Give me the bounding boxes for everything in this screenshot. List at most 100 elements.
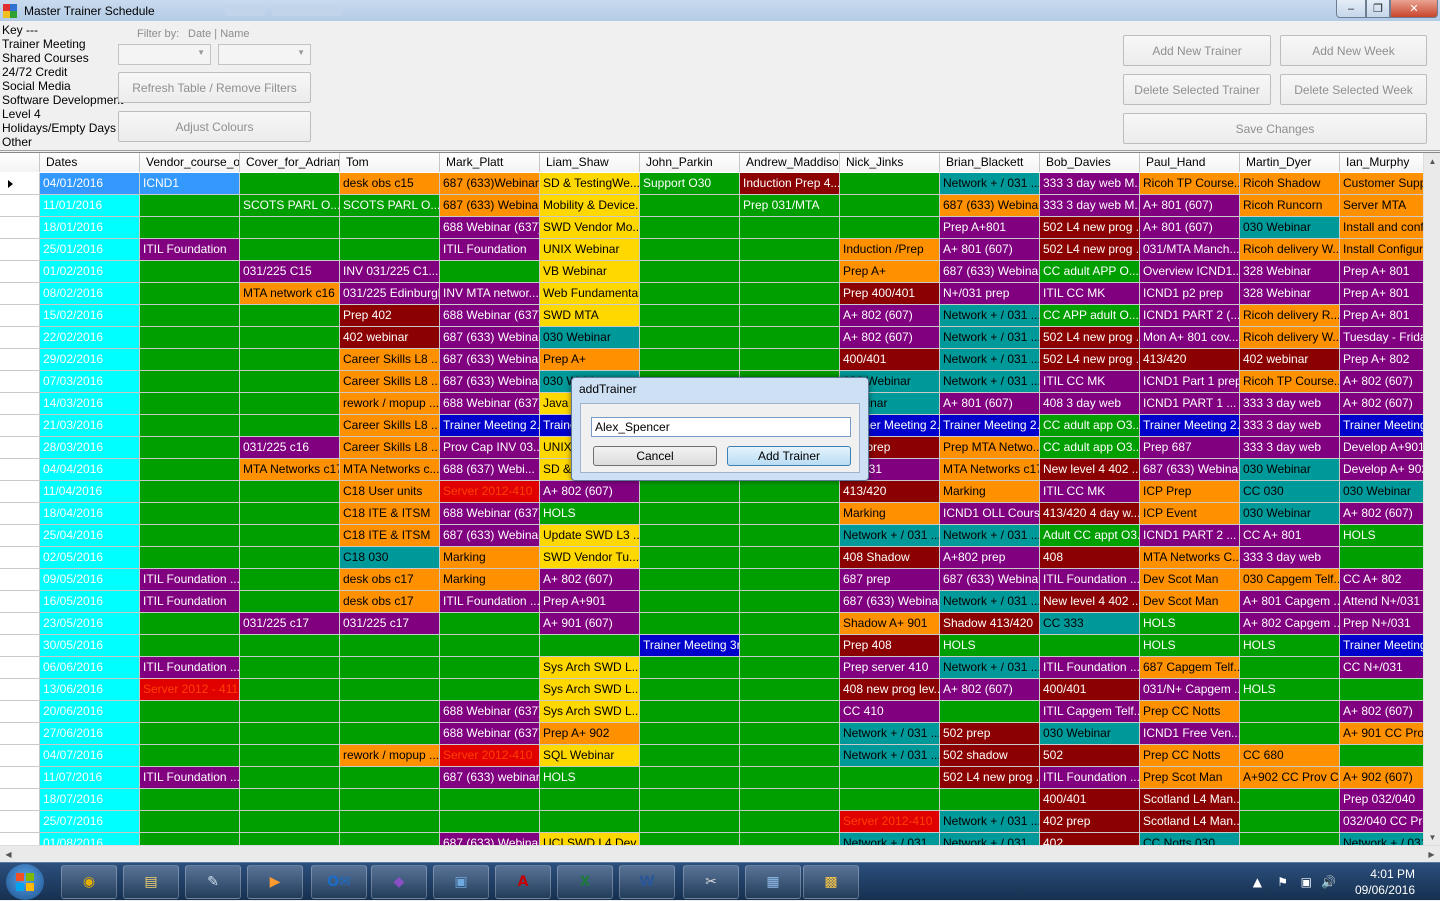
filter-type-combo[interactable]: ▼ (118, 44, 211, 65)
schedule-cell[interactable]: 687 (633) Webinar (940, 261, 1040, 283)
schedule-cell[interactable]: ITIL Foundation ... (1040, 657, 1140, 679)
column-header[interactable]: Brian_Blackett (940, 153, 1040, 172)
schedule-cell[interactable]: 402 webinar (340, 327, 440, 349)
schedule-cell[interactable]: SWD Vendor Tu... (540, 547, 640, 569)
schedule-cell[interactable]: Career Skills L8 ... (340, 437, 440, 459)
schedule-cell[interactable]: 502 L4 new prog ... (1040, 239, 1140, 261)
cancel-button[interactable]: Cancel (593, 446, 717, 466)
schedule-cell[interactable] (240, 723, 340, 745)
notepad-icon[interactable]: ✎ (185, 865, 241, 899)
schedule-cell[interactable]: desk obs c15 (340, 173, 440, 195)
date-cell[interactable]: 09/05/2016 (40, 569, 140, 591)
schedule-cell[interactable]: A+ 801 (607) (940, 393, 1040, 415)
schedule-cell[interactable] (640, 569, 740, 591)
schedule-cell[interactable]: Prep 408 (840, 635, 940, 657)
row-selector[interactable] (0, 371, 40, 393)
schedule-cell[interactable]: rework / mopup ... (340, 745, 440, 767)
schedule-cell[interactable] (1040, 635, 1140, 657)
schedule-cell[interactable]: A+ 801 (607) (1140, 217, 1240, 239)
schedule-cell[interactable]: Career Skills L8 ... (340, 371, 440, 393)
schedule-cell[interactable]: Prep A+ 801 (1340, 283, 1430, 305)
schedule-cell[interactable]: ICND1 p2 prep (1140, 283, 1240, 305)
schedule-cell[interactable]: 687 (633) Webinar (440, 349, 540, 371)
schedule-cell[interactable]: 402 prep (1040, 811, 1140, 833)
schedule-cell[interactable]: HOLS (940, 635, 1040, 657)
date-cell[interactable]: 15/02/2016 (40, 305, 140, 327)
scroll-up-icon[interactable]: ▲ (1424, 153, 1440, 170)
schedule-cell[interactable] (740, 833, 840, 845)
schedule-cell[interactable] (140, 635, 240, 657)
schedule-cell[interactable]: 413/420 (840, 481, 940, 503)
schedule-cell[interactable] (1240, 723, 1340, 745)
schedule-cell[interactable] (440, 789, 540, 811)
schedule-cell[interactable] (540, 789, 640, 811)
schedule-cell[interactable]: 031/225 c17 (340, 613, 440, 635)
schedule-cell[interactable]: 502 L4 new prog ... (1040, 349, 1140, 371)
schedule-cell[interactable]: A+802 prep (940, 547, 1040, 569)
date-cell[interactable]: 11/07/2016 (40, 767, 140, 789)
schedule-cell[interactable]: UNIX Webinar (540, 239, 640, 261)
schedule-cell[interactable] (640, 217, 740, 239)
delete-week-button[interactable]: Delete Selected Week (1280, 74, 1427, 105)
schedule-cell[interactable]: HOLS (540, 767, 640, 789)
vertical-scrollbar[interactable]: ▲ ▼ (1423, 153, 1440, 845)
row-selector[interactable] (0, 503, 40, 525)
schedule-cell[interactable] (140, 525, 240, 547)
schedule-cell[interactable]: Prep N+/031 (1340, 613, 1430, 635)
schedule-cell[interactable]: Prep A+901 (540, 591, 640, 613)
schedule-cell[interactable]: 502 L4 new prog ... (1040, 327, 1140, 349)
row-selector[interactable] (0, 811, 40, 833)
schedule-cell[interactable]: Marking (940, 481, 1040, 503)
schedule-cell[interactable]: ITIL CC MK (1040, 481, 1140, 503)
schedule-cell[interactable]: Scotland L4 Man... (1140, 811, 1240, 833)
schedule-cell[interactable] (440, 657, 540, 679)
table-row[interactable]: 30/05/2016 Trainer Meeting 3rd Prep 408 HOL… (0, 635, 1430, 657)
schedule-cell[interactable]: MTA Networks c... (340, 459, 440, 481)
table-row[interactable]: 25/01/2016 ITIL Foundation ITIL Foundation… (0, 239, 1430, 261)
schedule-cell[interactable] (1340, 745, 1430, 767)
schedule-cell[interactable]: ITIL Foundation ... (140, 767, 240, 789)
schedule-cell[interactable]: MTA Networks C... (1140, 547, 1240, 569)
schedule-cell[interactable]: 402 (1040, 833, 1140, 845)
schedule-cell[interactable]: Support O30 (640, 173, 740, 195)
table-row[interactable]: 23/05/2016 031/225 c17 031/225 c17 A+ 901 (… (0, 613, 1430, 635)
table-row[interactable]: 27/06/2016 688 Webinar (637) Prep A+ 902 Ne… (0, 723, 1430, 745)
schedule-cell[interactable]: Prov Cap INV 03... (440, 437, 540, 459)
scroll-left-icon[interactable]: ◀ (0, 846, 17, 863)
schedule-cell[interactable]: MTA Networks c17 (240, 459, 340, 481)
date-cell[interactable]: 14/03/2016 (40, 393, 140, 415)
schedule-cell[interactable]: CC Notts 030 (1140, 833, 1240, 845)
schedule-cell[interactable] (240, 503, 340, 525)
schedule-cell[interactable] (740, 591, 840, 613)
schedule-cell[interactable]: CC 030 (1240, 481, 1340, 503)
chrome-icon[interactable]: ◉ (61, 865, 117, 899)
schedule-cell[interactable] (340, 239, 440, 261)
word-icon[interactable]: W (619, 865, 675, 899)
schedule-cell[interactable] (1240, 833, 1340, 845)
schedule-cell[interactable] (140, 217, 240, 239)
schedule-cell[interactable]: Server MTA (1340, 195, 1430, 217)
horizontal-scrollbar[interactable]: ◀ ▶ (0, 845, 1440, 862)
date-cell[interactable]: 25/01/2016 (40, 239, 140, 261)
volume-icon[interactable]: 🔊 (1321, 875, 1336, 889)
schedule-cell[interactable]: C18 030 (340, 547, 440, 569)
schedule-cell[interactable] (240, 635, 340, 657)
row-selector[interactable] (0, 173, 40, 195)
schedule-cell[interactable]: Dev Scot Man (1140, 591, 1240, 613)
schedule-cell[interactable]: ICND1 PART 2 (... (1140, 305, 1240, 327)
schedule-cell[interactable] (240, 745, 340, 767)
schedule-cell[interactable]: 502 prep (940, 723, 1040, 745)
schedule-cell[interactable]: 333 3 day web (1240, 393, 1340, 415)
schedule-cell[interactable]: ITIL Foundation ... (1040, 569, 1140, 591)
schedule-cell[interactable]: Network + / 031 ... (840, 525, 940, 547)
schedule-cell[interactable]: 333 3 day web M... (1040, 195, 1140, 217)
filter-value-combo[interactable]: ▼ (218, 44, 311, 65)
schedule-cell[interactable]: rework / mopup ... (340, 393, 440, 415)
table-row[interactable]: 22/02/2016 402 webinar 687 (633) Webinar 03… (0, 327, 1430, 349)
schedule-cell[interactable]: A+ 802 (607) (540, 569, 640, 591)
excel-icon[interactable]: X (557, 865, 613, 899)
schedule-cell[interactable] (340, 635, 440, 657)
schedule-cell[interactable]: Prep A+801 (940, 217, 1040, 239)
schedule-cell[interactable]: ITIL Capgem Telf... (1040, 701, 1140, 723)
schedule-cell[interactable]: Trainer Meeting 2... (1140, 415, 1240, 437)
